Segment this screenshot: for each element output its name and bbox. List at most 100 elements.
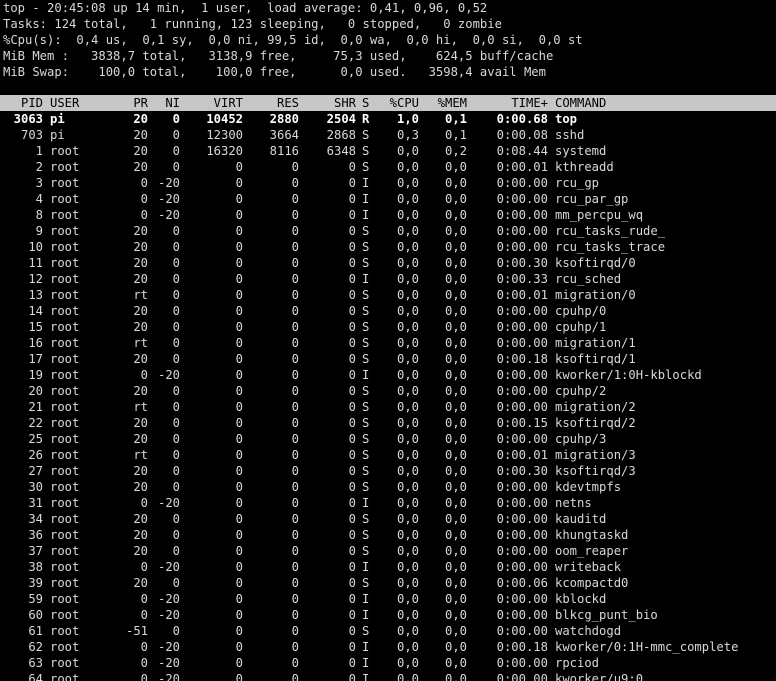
column-header-res: RES	[276, 96, 299, 110]
process-cell-mem: 0,0	[444, 496, 467, 510]
process-cell-res: 0	[291, 432, 299, 446]
process-cell-pr: 20	[133, 240, 148, 254]
process-cell-command: watchdogd	[555, 624, 622, 638]
column-header-pr: PR	[133, 96, 148, 110]
process-cell-mem: 0,0	[444, 304, 467, 318]
process-cell-pid: 4	[35, 192, 43, 206]
process-cell-command: cpuhp/0	[555, 304, 607, 318]
process-cell-state: I	[362, 656, 370, 670]
process-cell-ni: -20	[157, 208, 180, 222]
process-row: 16 root rt 0 0 0 0 S 0,0 0,0 0:00.00 migration/1	[0, 335, 776, 351]
process-cell-cpu: 0,0	[396, 368, 419, 382]
process-cell-pr: 0	[140, 656, 148, 670]
process-cell-time: 0:00.33	[496, 272, 548, 286]
process-cell-virt: 0	[235, 352, 243, 366]
process-cell-virt: 0	[235, 176, 243, 190]
process-cell-state: S	[362, 128, 370, 142]
process-cell-ni: 0	[172, 240, 180, 254]
process-cell-virt: 0	[235, 528, 243, 542]
process-cell-shr: 0	[348, 656, 356, 670]
process-cell-pr: 20	[133, 224, 148, 238]
process-cell-res: 0	[291, 288, 299, 302]
process-cell-shr: 0	[348, 256, 356, 270]
process-cell-command: kauditd	[555, 512, 607, 526]
process-cell-virt: 12300	[206, 128, 243, 142]
process-cell-time: 0:00.06	[496, 576, 548, 590]
process-cell-shr: 0	[348, 176, 356, 190]
process-cell-res: 0	[291, 496, 299, 510]
process-cell-ni: 0	[172, 256, 180, 270]
process-cell-pr: 20	[133, 544, 148, 558]
process-cell-time: 0:00.00	[496, 528, 548, 542]
process-row: 25 root 20 0 0 0 0 S 0,0 0,0 0:00.00 cpuhp/3	[0, 431, 776, 447]
process-cell-command: blkcg_punt_bio	[555, 608, 658, 622]
process-cell-command: rcu_sched	[555, 272, 622, 286]
process-cell-virt: 0	[235, 368, 243, 382]
process-cell-ni: 0	[172, 464, 180, 478]
process-cell-pid: 703	[20, 128, 43, 142]
process-cell-cpu: 0,0	[396, 544, 419, 558]
process-cell-shr: 0	[348, 240, 356, 254]
process-row: 10 root 20 0 0 0 0 S 0,0 0,0 0:00.00 rcu_tasks_trac…	[0, 239, 776, 255]
process-cell-pr: 20	[133, 304, 148, 318]
process-cell-state: S	[362, 400, 370, 414]
process-cell-mem: 0,0	[444, 192, 467, 206]
process-cell-command: kworker/1:0H-kblockd	[555, 368, 702, 382]
process-cell-pid: 10	[28, 240, 43, 254]
summary-cpu-line: %Cpu(s): 0,4 us, 0,1 sy, 0,0 ni, 99,5 id…	[3, 33, 583, 47]
process-cell-virt: 0	[235, 576, 243, 590]
process-cell-mem: 0,0	[444, 480, 467, 494]
column-header-virt: VIRT	[213, 96, 243, 110]
process-cell-virt: 0	[235, 656, 243, 670]
process-cell-command: ksoftirqd/3	[555, 464, 636, 478]
process-cell-state: S	[362, 512, 370, 526]
process-cell-mem: 0,0	[444, 208, 467, 222]
process-cell-shr: 2868	[326, 128, 356, 142]
process-cell-shr: 0	[348, 304, 356, 318]
process-cell-virt: 0	[235, 608, 243, 622]
process-cell-pid: 59	[28, 592, 43, 606]
process-cell-command: ksoftirqd/0	[555, 256, 636, 270]
process-cell-pr: 20	[133, 528, 148, 542]
process-cell-mem: 0,0	[444, 448, 467, 462]
process-cell-res: 0	[291, 624, 299, 638]
process-cell-ni: 0	[172, 352, 180, 366]
process-cell-mem: 0,0	[444, 512, 467, 526]
summary-swap-line: MiB Swap: 100,0 total, 100,0 free, 0,0 u…	[3, 65, 546, 79]
process-cell-ni: 0	[172, 112, 180, 126]
process-cell-shr: 0	[348, 464, 356, 478]
process-cell-virt: 0	[235, 336, 243, 350]
process-cell-time: 0:00.68	[496, 112, 548, 126]
process-cell-pid: 21	[28, 400, 43, 414]
process-cell-shr: 0	[348, 400, 356, 414]
process-row: 9 root 20 0 0 0 0 S 0,0 0,0 0:00.00 rcu_tasks_rude_	[0, 223, 776, 239]
process-cell-ni: 0	[172, 432, 180, 446]
process-cell-command: kworker/u9:0	[555, 672, 644, 681]
column-header-cpu: %CPU	[389, 96, 419, 110]
process-cell-mem: 0,0	[444, 176, 467, 190]
process-cell-res: 0	[291, 256, 299, 270]
process-cell-virt: 0	[235, 560, 243, 574]
process-cell-command: migration/2	[555, 400, 636, 414]
process-cell-ni: 0	[172, 304, 180, 318]
process-cell-cpu: 0,0	[396, 256, 419, 270]
process-cell-time: 0:00.15	[496, 416, 548, 430]
process-cell-cpu: 0,0	[396, 240, 419, 254]
process-cell-state: I	[362, 368, 370, 382]
process-cell-pr: 20	[133, 256, 148, 270]
process-cell-pr: 20	[133, 432, 148, 446]
process-cell-state: S	[362, 416, 370, 430]
process-cell-time: 0:08.44	[496, 144, 548, 158]
summary-tasks-line: Tasks: 124 total, 1 running, 123 sleepin…	[3, 17, 502, 31]
process-cell-command: rcu_tasks_trace	[555, 240, 666, 254]
process-cell-res: 0	[291, 592, 299, 606]
process-cell-res: 0	[291, 240, 299, 254]
process-cell-time: 0:00.00	[496, 512, 548, 526]
process-cell-state: S	[362, 160, 370, 174]
terminal-window[interactable]: top - 20:45:08 up 14 min, 1 user, load a…	[0, 0, 776, 681]
column-header-bar: PID USER PR NI VIRT RES SHR S %CPU %MEM TIME+ COMMA…	[0, 95, 776, 111]
process-cell-virt: 0	[235, 256, 243, 270]
process-row: 61 root -51 0 0 0 0 S 0,0 0,0 0:00.00 watchdogd	[0, 623, 776, 639]
process-cell-virt: 0	[235, 640, 243, 654]
process-cell-time: 0:00.00	[496, 496, 548, 510]
